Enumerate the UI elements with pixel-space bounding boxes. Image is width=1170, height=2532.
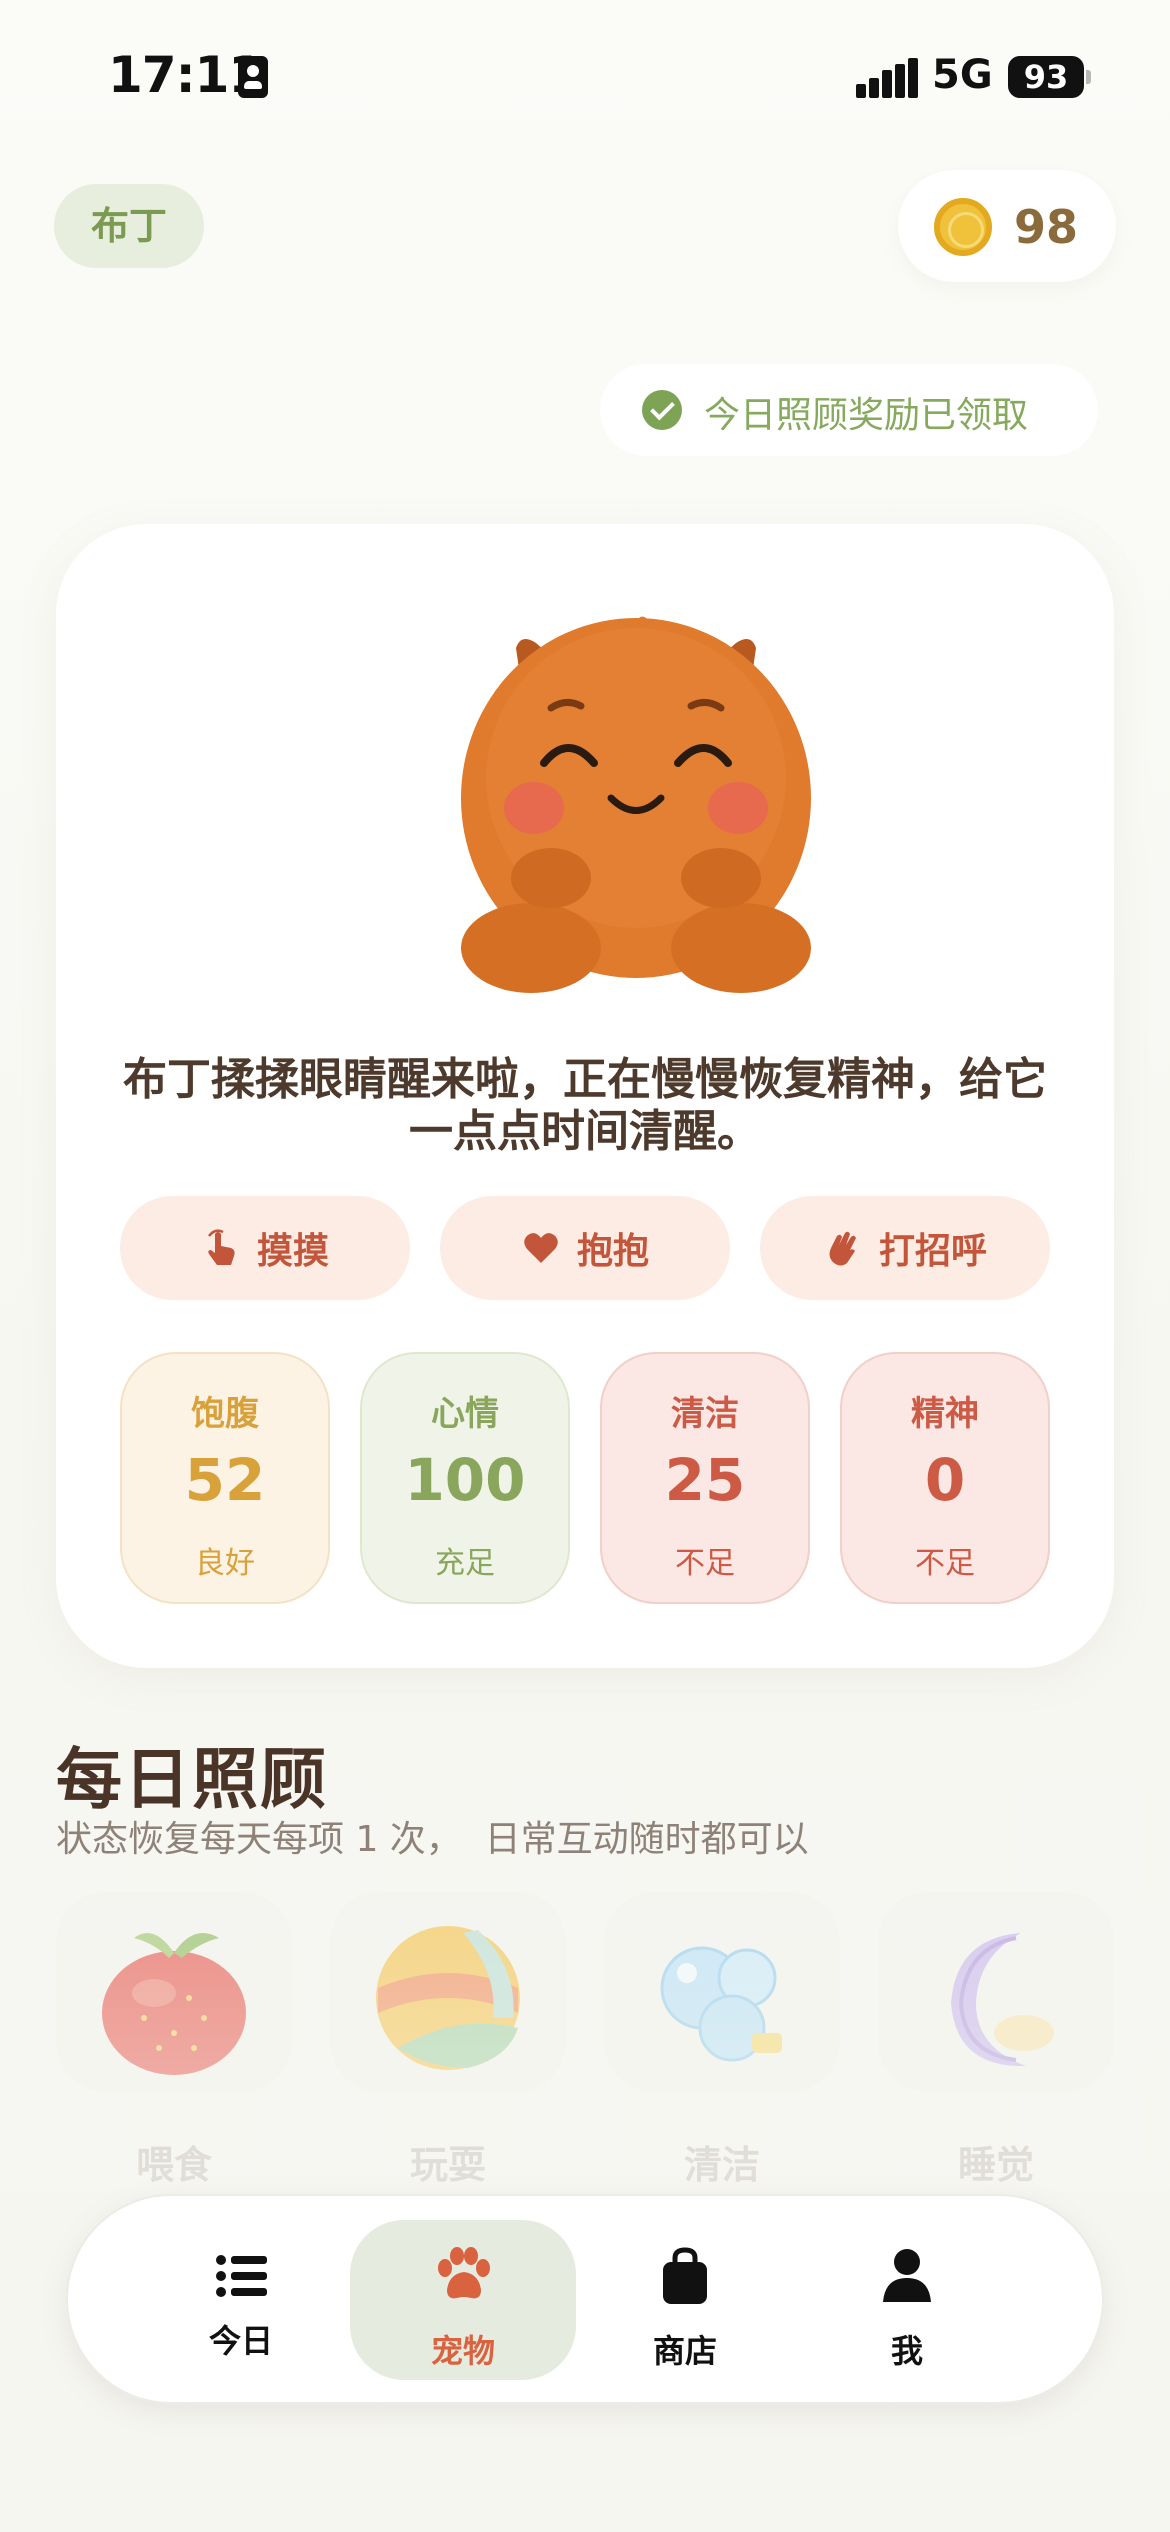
tab-bar: 今日 宠物 商店 我 [66, 2194, 1104, 2404]
tab-label: 宠物 [430, 2332, 495, 2370]
care-item-clean[interactable] [604, 1892, 840, 2092]
coin-icon [934, 198, 992, 256]
strawberry-icon [102, 1933, 246, 2075]
heart-icon [524, 1233, 558, 1263]
hug-action-button[interactable]: 抱抱 [440, 1196, 730, 1300]
pet-status-message: 布丁揉揉眼睛醒来啦，正在慢慢恢复精神，给它一点点时间清醒。 [123, 1054, 1047, 1157]
battery-icon: 93 [1008, 56, 1084, 98]
coin-balance[interactable]: 98 [898, 170, 1116, 282]
greet-action-button[interactable]: 打招呼 [760, 1196, 1050, 1300]
tab-me[interactable]: 我 [794, 2220, 1020, 2380]
person-icon [883, 2249, 931, 2302]
battery-tip [1086, 70, 1091, 84]
tab-label: 商店 [652, 2332, 717, 2370]
wave-hand-icon [829, 1231, 856, 1266]
tab-label: 我 [890, 2332, 923, 2370]
bag-icon [663, 2247, 707, 2304]
stat-card-satiety: 饱腹 52 良好 [120, 1352, 330, 1604]
stat-value: 100 [404, 1446, 526, 1514]
pet-name-chip[interactable]: 布丁 [54, 184, 204, 268]
care-item-play[interactable] [330, 1892, 566, 2092]
care-label-sleep: 睡觉 [957, 2143, 1034, 2187]
contact-card-icon [238, 56, 268, 98]
stat-card-cleanliness: 清洁 25 不足 [600, 1352, 810, 1604]
stat-value: 0 [924, 1446, 966, 1514]
reward-status-text: 今日照顾奖励已领取 [704, 395, 1029, 436]
pet-action-label: 摸摸 [256, 1231, 329, 1272]
coin-value: 98 [1014, 200, 1079, 254]
ball-icon [376, 1926, 520, 2070]
moon-icon [951, 1933, 1054, 2067]
care-label-play: 玩耍 [409, 2143, 486, 2187]
list-icon [216, 2255, 267, 2297]
daily-care-subtitle: 状态恢复每天每项 1 次， 日常互动随时都可以 [56, 1819, 809, 1860]
stat-label: 心情 [431, 1394, 499, 1434]
paw-icon [438, 2247, 490, 2299]
care-item-sleep[interactable] [878, 1892, 1114, 2092]
stat-value: 25 [664, 1446, 746, 1514]
tap-hand-icon [207, 1229, 235, 1265]
stat-card-mood: 心情 100 充足 [360, 1352, 570, 1604]
stat-status: 充足 [435, 1546, 495, 1581]
network-label: 5G [932, 52, 993, 98]
daily-care-title: 每日照顾 [56, 1741, 328, 1818]
pet-action-button[interactable]: 摸摸 [120, 1196, 410, 1300]
signal-icon [856, 58, 918, 98]
tab-label: 今日 [208, 2322, 273, 2360]
hug-action-label: 抱抱 [576, 1231, 649, 1272]
tab-pet[interactable]: 宠物 [350, 2220, 576, 2380]
stat-label: 清洁 [671, 1394, 739, 1434]
greet-action-label: 打招呼 [878, 1231, 987, 1272]
tab-shop[interactable]: 商店 [572, 2220, 798, 2380]
care-label-clean: 清洁 [683, 2143, 760, 2187]
stat-status: 不足 [675, 1546, 735, 1581]
stat-label: 饱腹 [191, 1394, 259, 1434]
care-label-feed: 喂食 [135, 2143, 212, 2187]
check-circle-icon [642, 390, 682, 430]
pet-card: 布丁揉揉眼睛醒来啦，正在慢慢恢复精神，给它一点点时间清醒。 摸摸 抱抱 打招呼 … [56, 524, 1114, 1668]
pet-illustration[interactable] [456, 588, 816, 998]
tab-today[interactable]: 今日 [128, 2220, 354, 2380]
reward-status-pill: 今日照顾奖励已领取 [600, 364, 1098, 456]
bubbles-icon [660, 1946, 782, 2062]
care-item-feed[interactable] [56, 1892, 292, 2092]
stat-card-energy: 精神 0 不足 [840, 1352, 1050, 1604]
stat-value: 52 [184, 1446, 266, 1514]
status-bar: 17:11 5G 93 [0, 0, 1170, 150]
stat-label: 精神 [911, 1394, 979, 1434]
stat-status: 不足 [915, 1546, 975, 1581]
stat-status: 良好 [195, 1546, 255, 1581]
